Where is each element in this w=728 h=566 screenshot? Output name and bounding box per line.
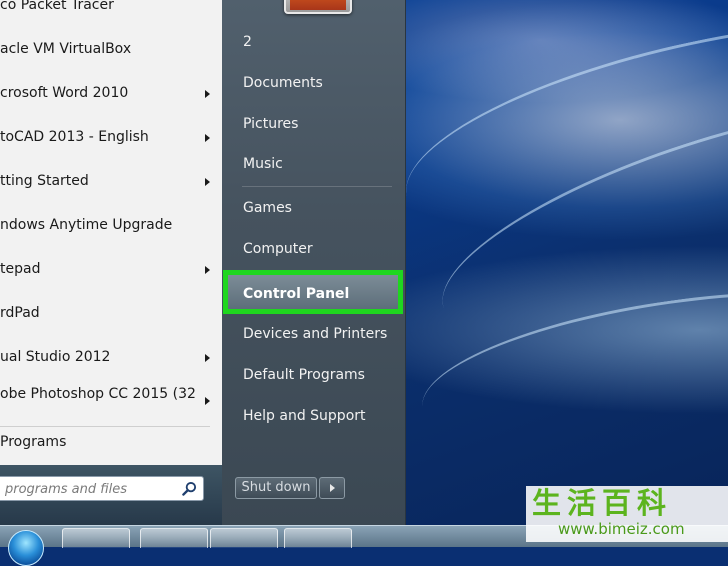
submenu-arrow-icon — [205, 90, 210, 98]
places-item-computer[interactable]: Computer — [243, 240, 313, 258]
program-label: rdPad — [0, 305, 40, 321]
shutdown-button[interactable]: Shut down — [235, 477, 317, 499]
search-bar-area — [0, 465, 226, 525]
program-label: tepad — [0, 261, 41, 277]
program-item[interactable]: acle VM VirtualBox — [0, 40, 222, 80]
submenu-arrow-icon — [205, 266, 210, 274]
search-input[interactable] — [3, 479, 177, 500]
places-item-user[interactable]: 2 — [243, 33, 252, 51]
submenu-arrow-icon — [205, 178, 210, 186]
start-menu-places-panel: 2 Documents Pictures Music Games Compute… — [222, 0, 406, 525]
program-item[interactable]: crosoft Word 2010 — [0, 84, 222, 124]
program-label: toCAD 2013 - English — [0, 129, 149, 145]
program-label: ndows Anytime Upgrade — [0, 217, 173, 233]
search-icon[interactable] — [182, 481, 197, 496]
taskbar-button[interactable] — [140, 528, 208, 548]
watermark-logo-text: 生活百科 — [532, 486, 673, 520]
start-orb-icon[interactable] — [8, 530, 44, 566]
places-item-documents[interactable]: Documents — [243, 74, 323, 92]
shutdown-options-button[interactable] — [319, 477, 345, 499]
program-item[interactable]: obe Photoshop CC 2015 (32 — [0, 385, 222, 425]
watermark: 生活百科 www.bimeiz.com — [526, 486, 728, 542]
places-item-control-panel[interactable]: Control Panel — [243, 285, 349, 303]
start-menu-programs-panel: co Packet Tracer acle VM VirtualBox cros… — [0, 0, 223, 465]
search-field[interactable] — [0, 476, 204, 501]
places-item-default-programs[interactable]: Default Programs — [243, 366, 365, 384]
program-item[interactable]: toCAD 2013 - English — [0, 128, 222, 168]
program-item[interactable]: tting Started — [0, 172, 222, 212]
program-label: tting Started — [0, 173, 89, 189]
divider — [242, 186, 392, 187]
submenu-arrow-icon — [205, 354, 210, 362]
program-label: co Packet Tracer — [0, 0, 114, 13]
program-label: acle VM VirtualBox — [0, 41, 132, 57]
submenu-arrow-icon — [205, 397, 210, 405]
program-item[interactable]: ual Studio 2012 — [0, 348, 222, 388]
places-item-games[interactable]: Games — [243, 199, 292, 217]
program-label: obe Photoshop CC 2015 (32 — [0, 386, 196, 402]
divider — [0, 426, 210, 427]
control-panel-highlight[interactable]: Control Panel — [223, 270, 403, 314]
all-programs-link[interactable]: Programs — [0, 434, 66, 450]
places-item-pictures[interactable]: Pictures — [243, 115, 298, 133]
program-label: ual Studio 2012 — [0, 349, 111, 365]
places-item-devices-and-printers[interactable]: Devices and Printers — [243, 325, 387, 343]
program-item[interactable]: co Packet Tracer — [0, 0, 222, 36]
program-item[interactable]: tepad — [0, 260, 222, 300]
taskbar-button[interactable] — [284, 528, 352, 548]
places-item-help-and-support[interactable]: Help and Support — [243, 407, 366, 425]
taskbar-button[interactable] — [210, 528, 278, 548]
program-label: crosoft Word 2010 — [0, 85, 129, 101]
taskbar-button[interactable] — [62, 528, 130, 548]
user-picture[interactable] — [284, 0, 352, 14]
places-item-music[interactable]: Music — [243, 155, 283, 173]
program-item[interactable]: rdPad — [0, 304, 222, 344]
submenu-arrow-icon — [205, 134, 210, 142]
program-item[interactable]: ndows Anytime Upgrade — [0, 216, 222, 256]
watermark-url: www.bimeiz.com — [558, 520, 685, 538]
